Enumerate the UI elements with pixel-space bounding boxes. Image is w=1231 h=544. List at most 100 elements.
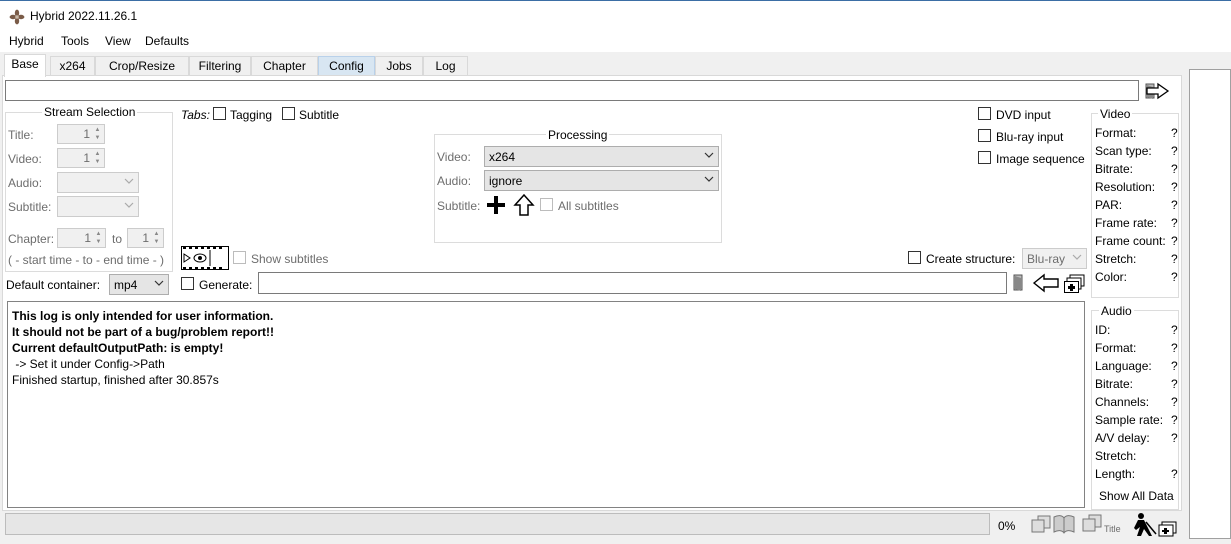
- container-combo[interactable]: mp4: [109, 274, 169, 295]
- structure-type-combo[interactable]: Blu-ray: [1022, 248, 1087, 269]
- audio-value: ?: [1171, 395, 1178, 409]
- video-label: Frame count:: [1095, 234, 1166, 248]
- spin-up-icon[interactable]: ▲: [151, 230, 162, 238]
- processing-subtitle-label: Subtitle:: [437, 199, 481, 213]
- spin-up-icon[interactable]: ▲: [93, 230, 104, 238]
- add-title-icon[interactable]: [1081, 513, 1105, 535]
- window-title: Hybrid 2022.11.26.1: [30, 9, 138, 23]
- menu-view[interactable]: View: [104, 34, 132, 48]
- menu-defaults[interactable]: Defaults: [144, 34, 190, 48]
- save-output-icon[interactable]: [1012, 272, 1060, 294]
- subtitle-stream-combo[interactable]: [57, 196, 139, 217]
- tab-config[interactable]: Config: [318, 56, 375, 76]
- audio-encoder-combo[interactable]: ignore: [484, 170, 719, 191]
- log-output[interactable]: This log is only intended for user infor…: [7, 301, 1085, 508]
- log-line: -> Set it under Config->Path: [12, 357, 165, 371]
- all-subtitles-checkbox[interactable]: [540, 198, 553, 211]
- spin-down-icon[interactable]: ▼: [151, 238, 162, 246]
- image-sequence-label: Image sequence: [996, 152, 1085, 166]
- tab-x264[interactable]: x264: [50, 56, 95, 76]
- default-container-label: Default container:: [6, 278, 101, 292]
- spin-down-icon[interactable]: ▼: [93, 238, 104, 246]
- log-line: This log is only intended for user infor…: [12, 309, 274, 323]
- chapter-label: Chapter:: [8, 232, 55, 246]
- audio-label: Language:: [1095, 359, 1152, 373]
- spin-up-icon[interactable]: ▲: [92, 150, 103, 158]
- input-file-field[interactable]: [5, 80, 1139, 101]
- show-all-data-button[interactable]: Show All Data: [1099, 489, 1174, 503]
- tab-crop-resize[interactable]: Crop/Resize: [95, 56, 189, 76]
- output-file-field[interactable]: [258, 272, 1007, 294]
- title-bar: Hybrid 2022.11.26.1: [0, 0, 1231, 32]
- video-label: Color:: [1095, 270, 1128, 284]
- audio-value: ?: [1171, 431, 1178, 445]
- video-label: Resolution:: [1095, 180, 1156, 194]
- create-structure-label: Create structure:: [926, 252, 1016, 266]
- tab-chapter[interactable]: Chapter: [251, 56, 318, 76]
- show-subtitles-checkbox[interactable]: [233, 251, 246, 264]
- log-line: Current defaultOutputPath: is empty!: [12, 341, 224, 355]
- spin-down-icon[interactable]: ▼: [92, 158, 103, 166]
- video-value: ?: [1171, 270, 1178, 284]
- menu-hybrid[interactable]: Hybrid: [8, 34, 45, 48]
- video-value: ?: [1171, 252, 1178, 266]
- menu-tools[interactable]: Tools: [60, 34, 90, 48]
- worker-job-icon[interactable]: [1132, 512, 1180, 538]
- audio-value: ?: [1171, 467, 1178, 481]
- video-spinbox[interactable]: 1 ▲ ▼: [57, 148, 105, 168]
- audio-encoder-value: ignore: [489, 174, 523, 188]
- video-label: Stretch:: [1095, 252, 1137, 266]
- up-arrow-icon[interactable]: [513, 193, 535, 217]
- spin-down-icon[interactable]: ▼: [92, 134, 103, 142]
- processing-video-label: Video:: [437, 150, 471, 164]
- audio-value: ?: [1171, 341, 1178, 355]
- tagging-checkbox[interactable]: [213, 107, 226, 120]
- video-info-legend: Video: [1098, 107, 1133, 121]
- add-job-icon[interactable]: [1064, 274, 1086, 294]
- subtitle-tab-checkbox[interactable]: [282, 107, 295, 120]
- menu-bar: Hybrid Tools View Defaults: [0, 32, 1231, 52]
- video-label: Format:: [1095, 126, 1137, 140]
- video-value: ?: [1171, 198, 1178, 212]
- log-line: It should not be part of a bug/problem r…: [12, 325, 274, 339]
- container-value: mp4: [114, 278, 138, 292]
- chevron-down-icon: [124, 178, 134, 184]
- chevron-down-icon: [154, 280, 164, 286]
- chapter-from-value: 1: [84, 231, 91, 245]
- tab-jobs[interactable]: Jobs: [375, 56, 423, 76]
- tab-base[interactable]: Base: [4, 54, 46, 77]
- video-value: ?: [1171, 216, 1178, 230]
- video-label: Bitrate:: [1095, 162, 1134, 176]
- chapter-to-spinbox[interactable]: 1 ▲ ▼: [127, 228, 164, 248]
- bluray-input-checkbox[interactable]: [978, 129, 991, 142]
- add-batch-icon[interactable]: [1030, 513, 1076, 535]
- create-structure-checkbox[interactable]: [908, 251, 921, 264]
- open-input-icon[interactable]: [1144, 82, 1182, 100]
- tab-filtering[interactable]: Filtering: [189, 56, 251, 76]
- audio-stream-combo[interactable]: [57, 172, 139, 193]
- generate-checkbox[interactable]: [181, 277, 194, 290]
- progress-bar: [5, 513, 990, 535]
- chapter-from-spinbox[interactable]: 1 ▲ ▼: [57, 228, 106, 248]
- spin-up-icon[interactable]: ▲: [92, 126, 103, 134]
- dvd-input-checkbox[interactable]: [978, 107, 991, 120]
- audio-label: Format:: [1095, 341, 1137, 355]
- tagging-label: Tagging: [230, 108, 273, 122]
- chevron-down-icon: [124, 202, 134, 208]
- chevron-down-icon: [704, 152, 714, 158]
- processing-legend: Processing: [546, 128, 610, 142]
- all-subtitles-label: All subtitles: [558, 199, 619, 213]
- tab-log[interactable]: Log: [423, 56, 468, 76]
- audio-label: Length:: [1095, 467, 1136, 481]
- video-encoder-combo[interactable]: x264: [484, 146, 719, 167]
- video-value: ?: [1171, 162, 1178, 176]
- add-subtitle-icon[interactable]: [486, 195, 506, 215]
- time-range-hint: ( - start time - to - end time - ): [8, 253, 165, 267]
- title-spinbox[interactable]: 1 ▲ ▼: [57, 124, 105, 144]
- audio-label: Channels:: [1095, 395, 1150, 409]
- title-icon-label: Title: [1104, 524, 1121, 534]
- image-sequence-checkbox[interactable]: [978, 151, 991, 164]
- preview-filmstrip-icon[interactable]: [181, 246, 229, 270]
- dvd-input-label: DVD input: [996, 108, 1051, 122]
- audio-label: Audio:: [8, 176, 43, 190]
